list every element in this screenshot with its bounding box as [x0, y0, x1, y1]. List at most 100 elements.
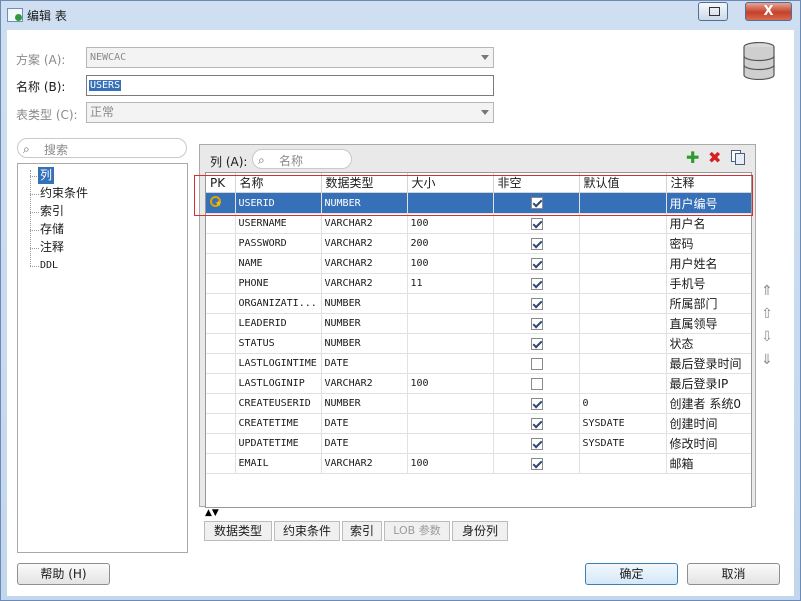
column-name-cell[interactable]: NAME — [235, 253, 322, 274]
pk-cell[interactable] — [206, 253, 236, 274]
move-down-icon[interactable]: ⇩ — [759, 330, 775, 346]
notnull-cell[interactable] — [493, 353, 580, 374]
column-name-cell[interactable]: PHONE — [235, 273, 322, 294]
tab-datatype[interactable]: 数据类型 — [204, 521, 272, 541]
default-cell[interactable] — [579, 353, 667, 374]
notnull-checkbox[interactable] — [531, 377, 543, 390]
column-name-cell[interactable]: CREATETIME — [235, 413, 322, 434]
table-row[interactable]: LASTLOGINIP VARCHAR2 100 最后登录IP — [206, 373, 751, 394]
notnull-checkbox[interactable] — [531, 397, 543, 410]
ok-button[interactable]: 确定 — [585, 563, 678, 585]
datatype-cell[interactable]: NUMBER — [321, 333, 408, 354]
move-up-icon[interactable]: ⇧ — [759, 307, 775, 323]
default-cell[interactable] — [579, 453, 667, 474]
tree-item-ddl[interactable]: DDL — [40, 257, 58, 274]
column-name-cell[interactable]: ORGANIZATI... — [235, 293, 322, 314]
datatype-cell[interactable]: VARCHAR2 — [321, 253, 408, 274]
notnull-checkbox[interactable] — [531, 297, 543, 310]
datatype-cell[interactable]: DATE — [321, 433, 408, 454]
comment-cell[interactable]: 直属领导 — [666, 313, 751, 334]
notnull-cell[interactable] — [493, 433, 580, 454]
pk-cell[interactable] — [206, 233, 236, 254]
table-row[interactable]: PHONE VARCHAR2 11 手机号 — [206, 273, 751, 294]
notnull-checkbox[interactable] — [531, 337, 543, 350]
datatype-cell[interactable]: VARCHAR2 — [321, 233, 408, 254]
notnull-cell[interactable] — [493, 213, 580, 234]
move-bottom-icon[interactable]: ⇓ — [759, 353, 775, 369]
comment-cell[interactable]: 修改时间 — [666, 433, 751, 454]
pk-cell[interactable] — [206, 333, 236, 354]
help-button[interactable]: 帮助 (H) — [17, 563, 110, 585]
size-cell[interactable] — [407, 353, 494, 374]
notnull-cell[interactable] — [493, 373, 580, 394]
notnull-checkbox[interactable] — [531, 277, 543, 290]
notnull-cell[interactable] — [493, 293, 580, 314]
pk-cell[interactable] — [206, 353, 236, 374]
size-cell[interactable] — [407, 293, 494, 314]
notnull-cell[interactable] — [493, 393, 580, 414]
notnull-checkbox[interactable] — [531, 237, 543, 250]
datatype-cell[interactable]: NUMBER — [321, 293, 408, 314]
notnull-cell[interactable] — [493, 413, 580, 434]
tree-item-columns[interactable]: 列 — [38, 167, 55, 184]
comment-cell[interactable]: 手机号 — [666, 273, 751, 294]
size-cell[interactable] — [407, 333, 494, 354]
table-name-input[interactable]: USERS — [86, 75, 494, 96]
default-cell[interactable]: SYSDATE — [579, 413, 667, 434]
tab-indexes[interactable]: 索引 — [342, 521, 382, 541]
table-row[interactable]: EMAIL VARCHAR2 100 邮箱 — [206, 453, 751, 474]
notnull-cell[interactable] — [493, 453, 580, 474]
notnull-checkbox[interactable] — [531, 417, 543, 430]
comment-cell[interactable]: 创建者 系统0 — [666, 393, 751, 414]
pk-cell[interactable] — [206, 453, 236, 474]
table-row[interactable]: USERNAME VARCHAR2 100 用户名 — [206, 213, 751, 234]
add-column-icon[interactable]: ✚ — [686, 149, 699, 167]
notnull-checkbox[interactable] — [531, 457, 543, 470]
notnull-cell[interactable] — [493, 233, 580, 254]
restore-button[interactable] — [698, 2, 728, 21]
table-row[interactable]: NAME VARCHAR2 100 用户姓名 — [206, 253, 751, 274]
table-type-select[interactable]: 正常 — [86, 102, 494, 123]
column-name-cell[interactable]: PASSWORD — [235, 233, 322, 254]
datatype-cell[interactable]: VARCHAR2 — [321, 273, 408, 294]
default-cell[interactable] — [579, 333, 667, 354]
move-top-icon[interactable]: ⇑ — [759, 284, 775, 300]
datatype-cell[interactable]: NUMBER — [321, 313, 408, 334]
notnull-checkbox[interactable] — [531, 357, 543, 370]
tree-item-indexes[interactable]: 索引 — [40, 203, 64, 220]
column-name-cell[interactable]: LEADERID — [235, 313, 322, 334]
datatype-cell[interactable]: DATE — [321, 413, 408, 434]
tab-identity[interactable]: 身份列 — [452, 521, 508, 541]
notnull-cell[interactable] — [493, 253, 580, 274]
size-cell[interactable] — [407, 433, 494, 454]
datatype-cell[interactable]: DATE — [321, 353, 408, 374]
datatype-cell[interactable]: VARCHAR2 — [321, 213, 408, 234]
columns-search-input[interactable]: ⌕ 名称 — [252, 149, 352, 169]
notnull-checkbox[interactable] — [531, 257, 543, 270]
default-cell[interactable] — [579, 293, 667, 314]
collapse-toggle-icon[interactable]: ▲▼ — [205, 508, 219, 518]
table-row[interactable]: STATUS NUMBER 状态 — [206, 333, 751, 354]
table-row[interactable]: CREATEUSERID NUMBER 0 创建者 系统0 — [206, 393, 751, 414]
default-cell[interactable]: SYSDATE — [579, 433, 667, 454]
notnull-cell[interactable] — [493, 313, 580, 334]
column-name-cell[interactable]: STATUS — [235, 333, 322, 354]
datatype-cell[interactable]: NUMBER — [321, 393, 408, 414]
table-row[interactable]: LEADERID NUMBER 直属领导 — [206, 313, 751, 334]
comment-cell[interactable]: 用户名 — [666, 213, 751, 234]
comment-cell[interactable]: 邮箱 — [666, 453, 751, 474]
datatype-cell[interactable]: VARCHAR2 — [321, 373, 408, 394]
scheme-select[interactable]: NEWCAC — [86, 47, 494, 68]
column-name-cell[interactable]: EMAIL — [235, 453, 322, 474]
column-name-cell[interactable]: LASTLOGINTIME — [235, 353, 322, 374]
default-cell[interactable] — [579, 213, 667, 234]
left-search-input[interactable]: ⌕ 搜索 — [17, 138, 187, 158]
tree-item-constraints[interactable]: 约束条件 — [40, 185, 88, 202]
tree-item-comments[interactable]: 注释 — [40, 239, 64, 256]
pk-cell[interactable] — [206, 393, 236, 414]
default-cell[interactable] — [579, 273, 667, 294]
comment-cell[interactable]: 创建时间 — [666, 413, 751, 434]
size-cell[interactable]: 200 — [407, 233, 494, 254]
table-row[interactable]: PASSWORD VARCHAR2 200 密码 — [206, 233, 751, 254]
pk-cell[interactable] — [206, 313, 236, 334]
